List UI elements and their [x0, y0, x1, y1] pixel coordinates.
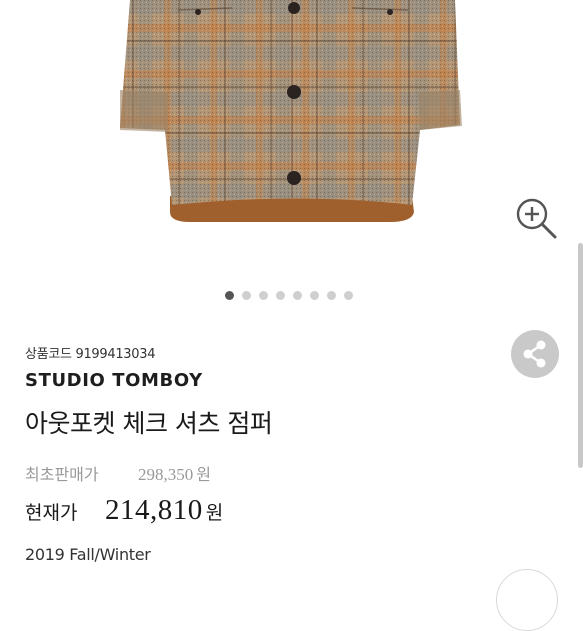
original-price-label: 최초판매가 — [25, 465, 99, 484]
original-price-unit: 원 — [196, 465, 211, 484]
plaid-jacket-illustration — [120, 0, 462, 222]
current-price-label: 현재가 — [25, 502, 78, 524]
zoom-in-icon — [516, 198, 557, 239]
scrollbar[interactable] — [578, 243, 583, 468]
carousel-dot[interactable] — [242, 291, 251, 300]
zoom-button[interactable] — [513, 195, 559, 241]
carousel-dot[interactable] — [344, 291, 353, 300]
product-code-value: 9199413034 — [75, 347, 156, 362]
floating-action-button[interactable] — [496, 569, 558, 631]
original-price-value: 298,350 — [138, 465, 194, 484]
carousel-dot[interactable] — [225, 291, 234, 300]
product-image[interactable] — [0, 0, 583, 285]
season-label: 2019 Fall/Winter — [25, 545, 151, 564]
carousel-dot[interactable] — [327, 291, 336, 300]
current-price-unit: 원 — [205, 502, 224, 524]
carousel-dot[interactable] — [293, 291, 302, 300]
product-title: 아웃포켓 체크 셔츠 점퍼 — [25, 409, 273, 438]
brand-name[interactable]: STUDIO TOMBOY — [25, 370, 203, 391]
image-carousel-indicator — [225, 291, 353, 301]
product-code: 상품코드 9199413034 — [25, 343, 156, 362]
carousel-dot[interactable] — [259, 291, 268, 300]
share-icon — [523, 340, 546, 368]
current-price-row: 현재가 214,810 원 — [25, 494, 223, 527]
current-price-value: 214,810 — [105, 494, 203, 526]
original-price-row: 최초판매가 298,350 원 — [25, 461, 211, 485]
product-code-label: 상품코드 — [25, 347, 72, 362]
share-button[interactable] — [511, 330, 559, 378]
carousel-dot[interactable] — [276, 291, 285, 300]
carousel-dot[interactable] — [310, 291, 319, 300]
